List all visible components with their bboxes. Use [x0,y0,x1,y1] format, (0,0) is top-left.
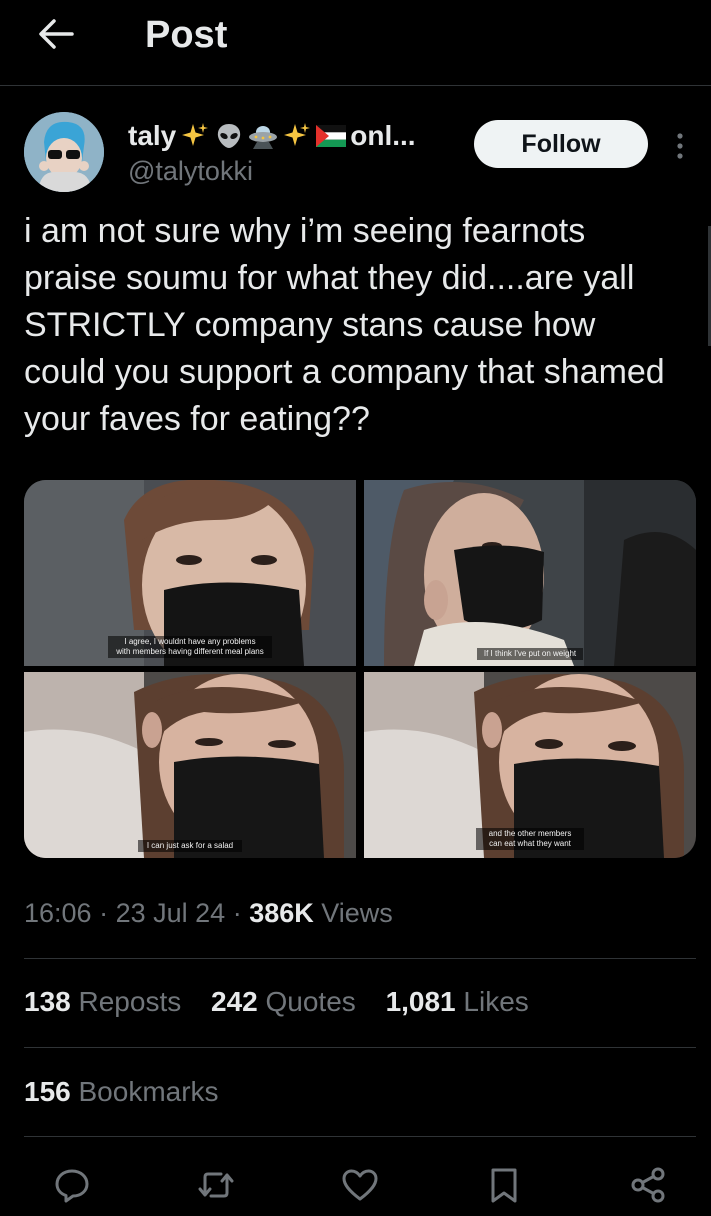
post-text: i am not sure why i’m seeing fearnots pr… [24,212,665,438]
reposts-stat[interactable]: 138 Reposts [24,986,181,1018]
media-caption: and the other members can eat what they … [476,828,584,850]
palestine-flag-icon [316,121,347,151]
views-label: Views [321,898,393,928]
sparkles-icon [180,121,210,151]
post-time[interactable]: 16:06 [24,898,92,928]
quotes-count: 242 [211,986,258,1017]
caption-line: I can just ask for a salad [146,841,234,850]
media-image-3[interactable]: I can just ask for a salad [24,672,356,858]
media-grid: I agree, I wouldnt have any problems wit… [24,480,696,858]
display-name[interactable]: taly onl... [128,120,416,152]
divider [24,1047,696,1048]
reposts-label: Reposts [78,986,182,1017]
top-bar: Post [0,0,711,86]
arrow-left-icon [39,19,74,49]
media-image-1[interactable]: I agree, I wouldnt have any problems wit… [24,480,356,666]
repost-button[interactable] [194,1162,238,1208]
page-title: Post [145,14,228,56]
views-count: 386K [249,898,314,928]
bookmark-icon [491,1168,517,1203]
caption-line: I agree, I wouldnt have any problems [124,637,256,646]
likes-stat[interactable]: 1,081 Likes [386,986,529,1018]
caption-line: with members having different meal plans [116,647,264,656]
author-handle[interactable]: @talytokki [128,156,253,187]
action-bar [0,1162,711,1212]
bookmarks-count: 156 [24,1076,71,1107]
avatar[interactable] [24,112,104,192]
likes-label: Likes [463,986,529,1017]
follow-button[interactable]: Follow [474,120,648,168]
post-author: taly onl... @talytokki Follow [24,112,688,192]
meta-separator: · [99,898,116,928]
quotes-stat[interactable]: 242 Quotes [211,986,356,1018]
bookmarks-stat[interactable]: 156 Bookmarks [24,1076,219,1108]
bookmark-button[interactable] [482,1162,526,1208]
post-meta: 16:06 · 23 Jul 24 · 386K Views [24,898,393,929]
share-icon [631,1167,665,1203]
media-image-4[interactable]: and the other members can eat what they … [364,672,696,858]
bookmarks-label: Bookmarks [78,1076,219,1107]
display-name-suffix: onl... [350,120,416,151]
meta-separator: · [232,898,250,928]
like-icon [342,1169,378,1201]
like-button[interactable] [338,1162,382,1208]
caption-line: and the other members [488,829,572,838]
media-image-2[interactable]: If I think I've put on weight [364,480,696,666]
reply-icon [55,1169,89,1203]
sparkles-icon [282,121,312,151]
more-vertical-icon [677,133,683,159]
media-caption: I can just ask for a salad [138,840,242,852]
divider [24,958,696,959]
caption-line: If I think I've put on weight [483,649,577,658]
repost-icon [198,1172,234,1198]
back-button[interactable] [32,14,80,54]
post-date[interactable]: 23 Jul 24 [116,898,226,928]
ufo-icon [248,121,278,151]
engagement-stats: 138 Reposts 242 Quotes 1,081 Likes [24,986,551,1018]
likes-count: 1,081 [385,986,456,1017]
quotes-label: Quotes [265,986,356,1017]
divider [24,1136,696,1137]
media-caption: If I think I've put on weight [477,648,583,660]
share-button[interactable] [626,1162,670,1208]
media-caption: I agree, I wouldnt have any problems wit… [108,636,272,658]
alien-icon [214,121,244,151]
reposts-count: 138 [24,986,71,1017]
more-button[interactable] [668,126,692,166]
reply-button[interactable] [50,1162,94,1208]
display-name-text: taly [128,120,177,151]
caption-line: can eat what they want [489,839,571,848]
